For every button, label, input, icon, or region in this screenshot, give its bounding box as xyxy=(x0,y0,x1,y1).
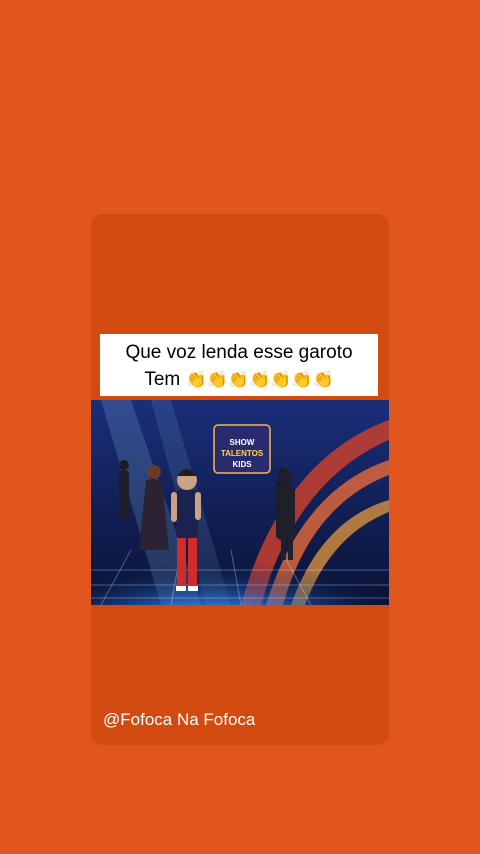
caption-line-2: Tem 👏👏👏👏👏👏👏 xyxy=(100,366,378,393)
svg-text:TALENTOS: TALENTOS xyxy=(221,449,264,458)
svg-text:KIDS: KIDS xyxy=(232,460,252,469)
clapping-hands-icon: 👏👏👏👏👏👏👏 xyxy=(185,370,334,389)
video-frame: SHOW TALENTOS KIDS xyxy=(91,400,389,605)
show-logo-text: SHOW xyxy=(230,438,255,447)
account-handle[interactable]: @Fofoca Na Fofoca xyxy=(103,710,255,730)
video-player[interactable]: SHOW TALENTOS KIDS xyxy=(91,400,389,605)
story-screen: { "story": { "caption_line1": "Que voz l… xyxy=(0,0,480,854)
caption-line-1: Que voz lenda esse garoto xyxy=(125,342,353,363)
story-card: Que voz lenda esse garoto Tem 👏👏👏👏👏👏👏 SH… xyxy=(91,214,389,745)
caption-line-2-text: Tem xyxy=(144,369,181,390)
caption-box: Que voz lenda esse garoto Tem 👏👏👏👏👏👏👏 xyxy=(100,334,378,396)
